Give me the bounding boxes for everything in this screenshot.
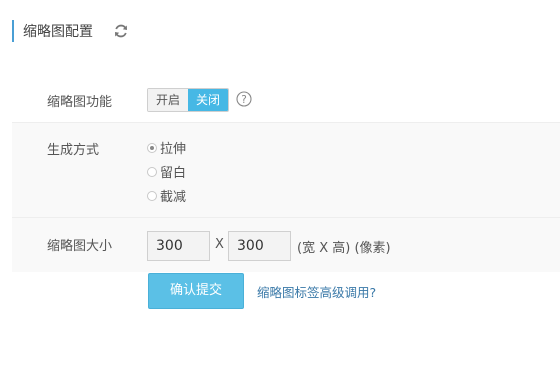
radio-padding[interactable]: 留白 [147,162,186,181]
submit-button[interactable]: 确认提交 [148,273,244,309]
radio-button[interactable] [147,190,157,201]
advanced-usage-link[interactable]: 缩略图标签高级调用? [257,282,376,301]
width-input[interactable]: 300 [147,231,210,261]
radio-crop[interactable]: 截减 [147,186,186,205]
radio-label: 拉伸 [160,142,187,157]
radio-label: 截减 [160,190,187,205]
page-title: 缩略图配置 [23,24,93,40]
radio-button-checked[interactable] [147,142,157,153]
row-generate-mode: 生成方式 [12,122,560,217]
divider [12,122,560,123]
radio-button[interactable] [147,166,157,177]
height-input[interactable]: 300 [228,231,291,261]
toggle-option-on[interactable]: 开启 [148,89,189,111]
svg-text:?: ? [241,94,247,106]
header-accent-bar [12,20,14,42]
size-label: 缩略图大小 [47,239,113,254]
generate-mode-label: 生成方式 [47,143,100,158]
size-unit-text: (宽 X 高) (像素) [297,241,391,256]
thumbnail-feature-label: 缩略图功能 [47,95,113,110]
page-header: 缩略图配置 [12,20,129,42]
toggle-option-off[interactable]: 关闭 [188,89,229,111]
radio-label: 留白 [160,166,187,181]
thumbnail-feature-toggle[interactable]: 开启 关闭 [147,88,230,112]
help-icon[interactable]: ? [236,91,252,107]
radio-stretch[interactable]: 拉伸 [147,138,186,157]
row-thumbnail-feature: 缩略图功能 [12,76,560,122]
size-separator: X [215,237,224,252]
refresh-icon[interactable] [113,23,129,39]
